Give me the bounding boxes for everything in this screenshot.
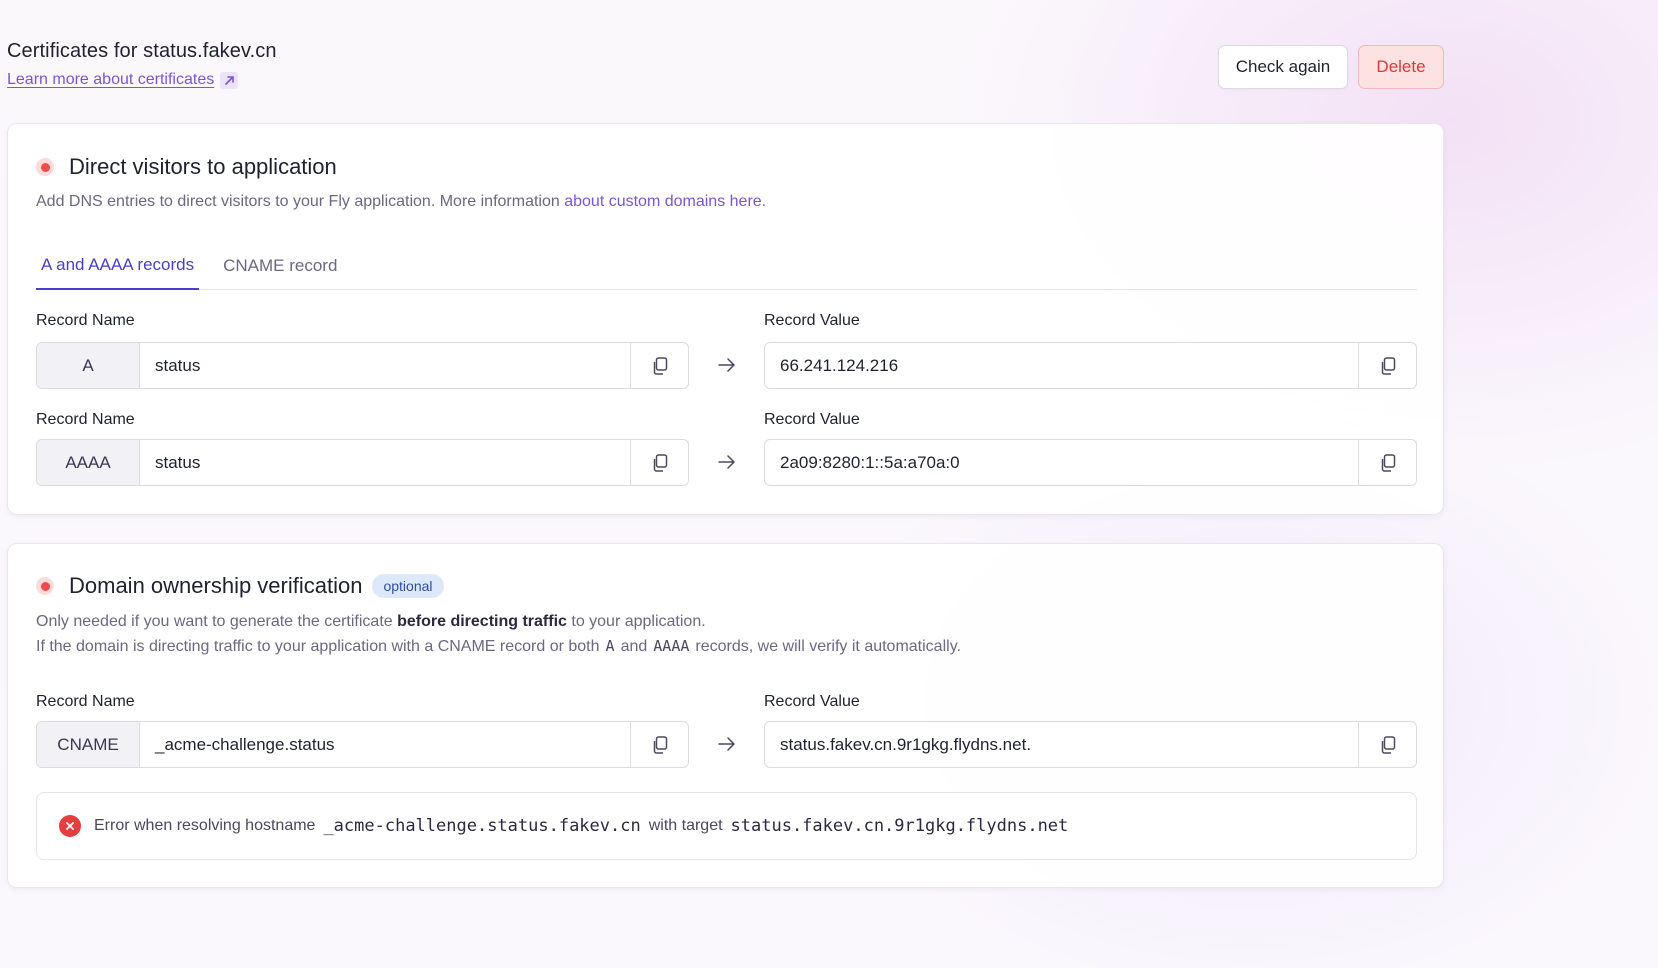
copy-icon[interactable]	[630, 722, 688, 767]
error-text: Error when resolving hostname _acme-chal…	[94, 816, 1076, 836]
record-name-value[interactable]: status	[140, 343, 630, 388]
line1-bold: before directing traffic	[397, 613, 567, 630]
record-name-label: Record Name	[36, 693, 135, 710]
copy-icon[interactable]	[1358, 440, 1416, 485]
record-name-label: Record Name	[36, 312, 135, 329]
error-x-icon	[59, 815, 81, 837]
record-name-field-aaaa: AAAA status	[36, 439, 689, 486]
error-message: Error when resolving hostname _acme-chal…	[36, 792, 1417, 860]
error-hostname: _acme-challenge.status.fakev.cn	[323, 816, 641, 836]
record-name-value[interactable]: _acme-challenge.status	[140, 722, 630, 767]
status-dot-icon	[36, 158, 54, 176]
ownership-description: Only needed if you want to generate the …	[36, 609, 961, 659]
record-name-value[interactable]: status	[140, 440, 630, 485]
status-dot-icon	[36, 577, 54, 595]
record-value-field-a: 66.241.124.216	[764, 342, 1417, 389]
record-name-field-a: A status	[36, 342, 689, 389]
error-target: status.fakev.cn.9r1gkg.flydns.net	[730, 816, 1069, 836]
header-actions: Check again Delete	[1218, 45, 1444, 89]
tab-a-aaaa-records[interactable]: A and AAAA records	[36, 242, 200, 290]
code-a: A	[605, 637, 615, 655]
arrow-right-icon	[717, 355, 737, 375]
record-value-label: Record Value	[764, 312, 860, 329]
learn-more-link[interactable]: Learn more about certificates	[7, 71, 214, 89]
copy-icon[interactable]	[1358, 722, 1416, 767]
line1-suffix: to your application.	[566, 613, 706, 630]
record-name-field-cname: CNAME _acme-challenge.status	[36, 721, 689, 768]
arrow-right-icon	[717, 734, 737, 754]
ownership-header: Domain ownership verification optional	[36, 573, 444, 599]
line2-and: and	[620, 638, 648, 655]
line2-text: If the domain is directing traffic to yo…	[36, 638, 600, 655]
record-value-field-aaaa: 2a09:8280:1::5a:a70a:0	[764, 439, 1417, 486]
copy-icon[interactable]	[630, 343, 688, 388]
record-value[interactable]: 2a09:8280:1::5a:a70a:0	[765, 440, 1358, 485]
ownership-title: Domain ownership verification	[69, 573, 363, 598]
tab-cname-record[interactable]: CNAME record	[218, 242, 342, 290]
record-type: CNAME	[37, 722, 140, 767]
record-type: A	[37, 343, 140, 388]
record-value[interactable]: status.fakev.cn.9r1gkg.flydns.net.	[765, 722, 1358, 767]
direct-visitors-card: Direct visitors to application Add DNS e…	[7, 123, 1444, 515]
description-text: Add DNS entries to direct visitors to yo…	[36, 193, 565, 210]
optional-badge: optional	[372, 574, 444, 598]
direct-visitors-title: Direct visitors to application	[69, 154, 337, 179]
record-type: AAAA	[37, 440, 140, 485]
page-header: Certificates for status.fakev.cn Learn m…	[7, 40, 1444, 96]
code-aaaa: AAAA	[653, 637, 690, 655]
delete-button[interactable]: Delete	[1358, 45, 1444, 89]
description-suffix: .	[761, 193, 767, 210]
record-value[interactable]: 66.241.124.216	[765, 343, 1358, 388]
record-tabs: A and AAAA records CNAME record	[36, 242, 1417, 290]
record-value-label: Record Value	[764, 411, 860, 428]
direct-visitors-description: Add DNS entries to direct visitors to yo…	[36, 189, 766, 214]
direct-visitors-header: Direct visitors to application	[36, 154, 337, 180]
record-name-label: Record Name	[36, 411, 135, 428]
line2-suffix: records, we will verify it automatically…	[695, 638, 961, 655]
copy-icon[interactable]	[1358, 343, 1416, 388]
line1-text: Only needed if you want to generate the …	[36, 613, 398, 630]
copy-icon[interactable]	[630, 440, 688, 485]
error-prefix: Error when resolving hostname	[94, 817, 316, 834]
error-middle: with target	[648, 817, 723, 834]
external-link-icon[interactable]	[220, 71, 239, 89]
arrow-right-icon	[717, 452, 737, 472]
ownership-line-1: Only needed if you want to generate the …	[36, 609, 961, 634]
record-value-label: Record Value	[764, 693, 860, 710]
record-value-field-cname: status.fakev.cn.9r1gkg.flydns.net.	[764, 721, 1417, 768]
ownership-line-2: If the domain is directing traffic to yo…	[36, 634, 961, 659]
custom-domains-link[interactable]: about custom domains here	[564, 193, 761, 210]
domain-ownership-card: Domain ownership verification optional O…	[7, 543, 1444, 888]
check-again-button[interactable]: Check again	[1218, 45, 1348, 89]
